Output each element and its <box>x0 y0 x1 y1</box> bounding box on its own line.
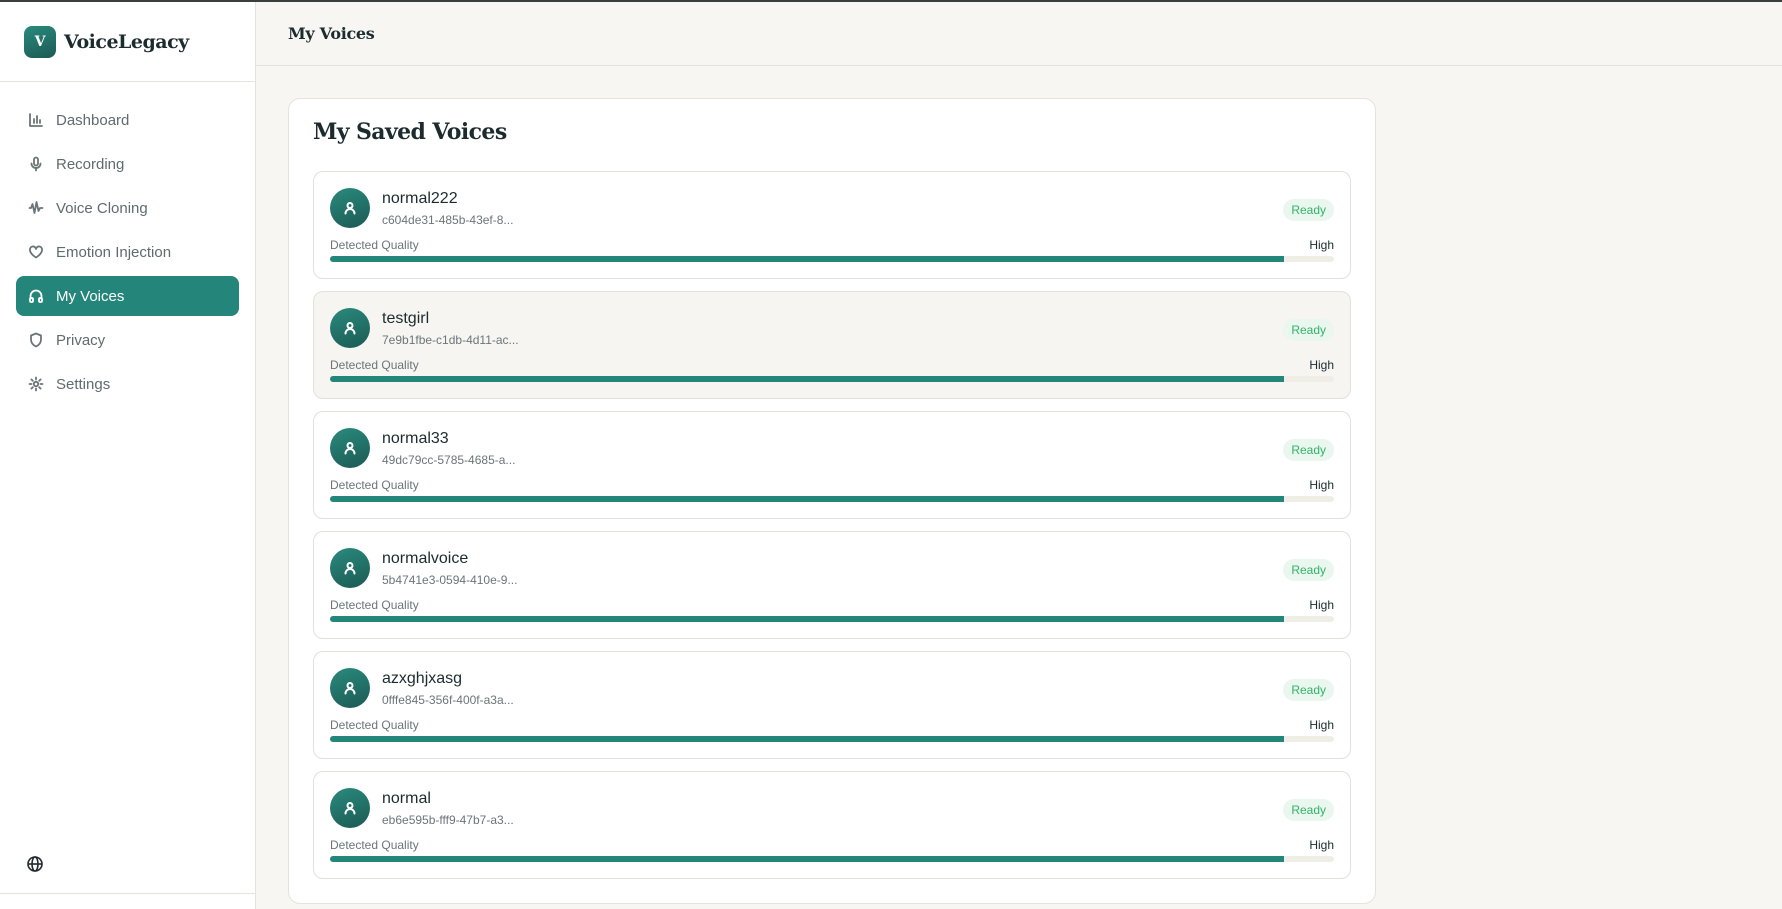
brand-name: VoiceLegacy <box>64 30 189 53</box>
quality-bar-fill <box>330 376 1284 382</box>
quality-bar <box>330 616 1334 622</box>
voice-name: normalvoice <box>382 550 469 567</box>
voice-name: normal33 <box>382 430 449 447</box>
quality-value: High <box>1309 478 1334 492</box>
user-avatar-icon <box>330 428 370 468</box>
voice-id: c604de31-485b-43ef-8... <box>382 213 514 227</box>
voice-name: testgirl <box>382 310 430 327</box>
quality-bar <box>330 256 1334 262</box>
voice-id: 5b4741e3-0594-410e-9... <box>382 573 518 587</box>
quality-label: Detected Quality <box>330 838 419 852</box>
user-avatar-icon <box>330 308 370 348</box>
voice-name: normal222 <box>382 190 458 207</box>
sidebar-item-label: Recording <box>56 155 125 173</box>
page-header: My Voices <box>256 2 1782 66</box>
sidebar-item-dashboard[interactable]: Dashboard <box>16 100 239 140</box>
voice-card[interactable]: testgirl 7e9b1fbe-c1db-4d11-ac... Ready … <box>313 291 1351 399</box>
status-badge: Ready <box>1283 439 1334 461</box>
quality-value: High <box>1309 358 1334 372</box>
user-avatar-icon <box>330 188 370 228</box>
quality-label: Detected Quality <box>330 478 419 492</box>
voice-id: eb6e595b-fff9-47b7-a3... <box>382 813 514 827</box>
voice-name: azxghjxasg <box>382 670 463 687</box>
sidebar-item-label: Privacy <box>56 331 106 349</box>
sidebar-item-privacy[interactable]: Privacy <box>16 320 239 360</box>
quality-bar-fill <box>330 256 1284 262</box>
status-badge: Ready <box>1283 199 1334 221</box>
user-avatar-icon <box>330 788 370 828</box>
page-title: My Voices <box>288 24 375 43</box>
voice-card[interactable]: normal eb6e595b-fff9-47b7-a3... Ready De… <box>313 771 1351 879</box>
voice-card[interactable]: normal222 c604de31-485b-43ef-8... Ready … <box>313 171 1351 279</box>
quality-bar-fill <box>330 736 1284 742</box>
quality-bar-fill <box>330 616 1284 622</box>
quality-label: Detected Quality <box>330 718 419 732</box>
waveform-icon <box>28 200 44 216</box>
brand-logo-icon: V <box>24 25 56 58</box>
heart-icon <box>28 244 44 260</box>
voice-id: 7e9b1fbe-c1db-4d11-ac... <box>382 333 519 347</box>
headphones-icon <box>28 288 44 304</box>
voice-name: normal <box>382 790 431 807</box>
user-avatar-icon <box>330 668 370 708</box>
quality-value: High <box>1309 718 1334 732</box>
quality-value: High <box>1309 838 1334 852</box>
saved-voices-panel: My Saved Voices normal222 c604de31-485b-… <box>288 98 1376 904</box>
quality-bar <box>330 856 1334 862</box>
sidebar-item-emotion-injection[interactable]: Emotion Injection <box>16 232 239 272</box>
globe-icon[interactable] <box>26 855 44 873</box>
quality-bar <box>330 376 1334 382</box>
quality-bar-fill <box>330 496 1284 502</box>
voice-id: 0fffe845-356f-400f-a3a... <box>382 693 514 707</box>
voice-list: normal222 c604de31-485b-43ef-8... Ready … <box>313 171 1351 891</box>
sidebar-item-voice-cloning[interactable]: Voice Cloning <box>16 188 239 228</box>
sidebar: V VoiceLegacy Dashboard Recording Voice … <box>0 2 256 909</box>
quality-label: Detected Quality <box>330 598 419 612</box>
sidebar-nav: Dashboard Recording Voice Cloning Emotio… <box>0 82 255 404</box>
voice-card[interactable]: normalvoice 5b4741e3-0594-410e-9... Read… <box>313 531 1351 639</box>
panel-title: My Saved Voices <box>313 119 507 145</box>
quality-bar <box>330 736 1334 742</box>
sidebar-item-label: Emotion Injection <box>56 243 172 261</box>
status-badge: Ready <box>1283 559 1334 581</box>
microphone-icon <box>28 156 44 172</box>
quality-label: Detected Quality <box>330 238 419 252</box>
brand[interactable]: V VoiceLegacy <box>0 2 255 82</box>
shield-icon <box>28 332 44 348</box>
quality-label: Detected Quality <box>330 358 419 372</box>
sidebar-item-label: My Voices <box>56 287 125 305</box>
quality-bar-fill <box>330 856 1284 862</box>
status-badge: Ready <box>1283 319 1334 341</box>
quality-bar <box>330 496 1334 502</box>
voice-card[interactable]: azxghjxasg 0fffe845-356f-400f-a3a... Rea… <box>313 651 1351 759</box>
bar-chart-icon <box>28 112 44 128</box>
sidebar-item-label: Settings <box>56 375 111 393</box>
sidebar-item-settings[interactable]: Settings <box>16 364 239 404</box>
sidebar-divider <box>0 893 255 894</box>
quality-value: High <box>1309 238 1334 252</box>
status-badge: Ready <box>1283 679 1334 701</box>
status-badge: Ready <box>1283 799 1334 821</box>
voice-id: 49dc79cc-5785-4685-a... <box>382 453 516 467</box>
user-avatar-icon <box>330 548 370 588</box>
gear-icon <box>28 376 44 392</box>
quality-value: High <box>1309 598 1334 612</box>
sidebar-item-label: Dashboard <box>56 111 130 129</box>
sidebar-item-my-voices[interactable]: My Voices <box>16 276 239 316</box>
sidebar-item-recording[interactable]: Recording <box>16 144 239 184</box>
voice-card[interactable]: normal33 49dc79cc-5785-4685-a... Ready D… <box>313 411 1351 519</box>
sidebar-item-label: Voice Cloning <box>56 199 148 217</box>
